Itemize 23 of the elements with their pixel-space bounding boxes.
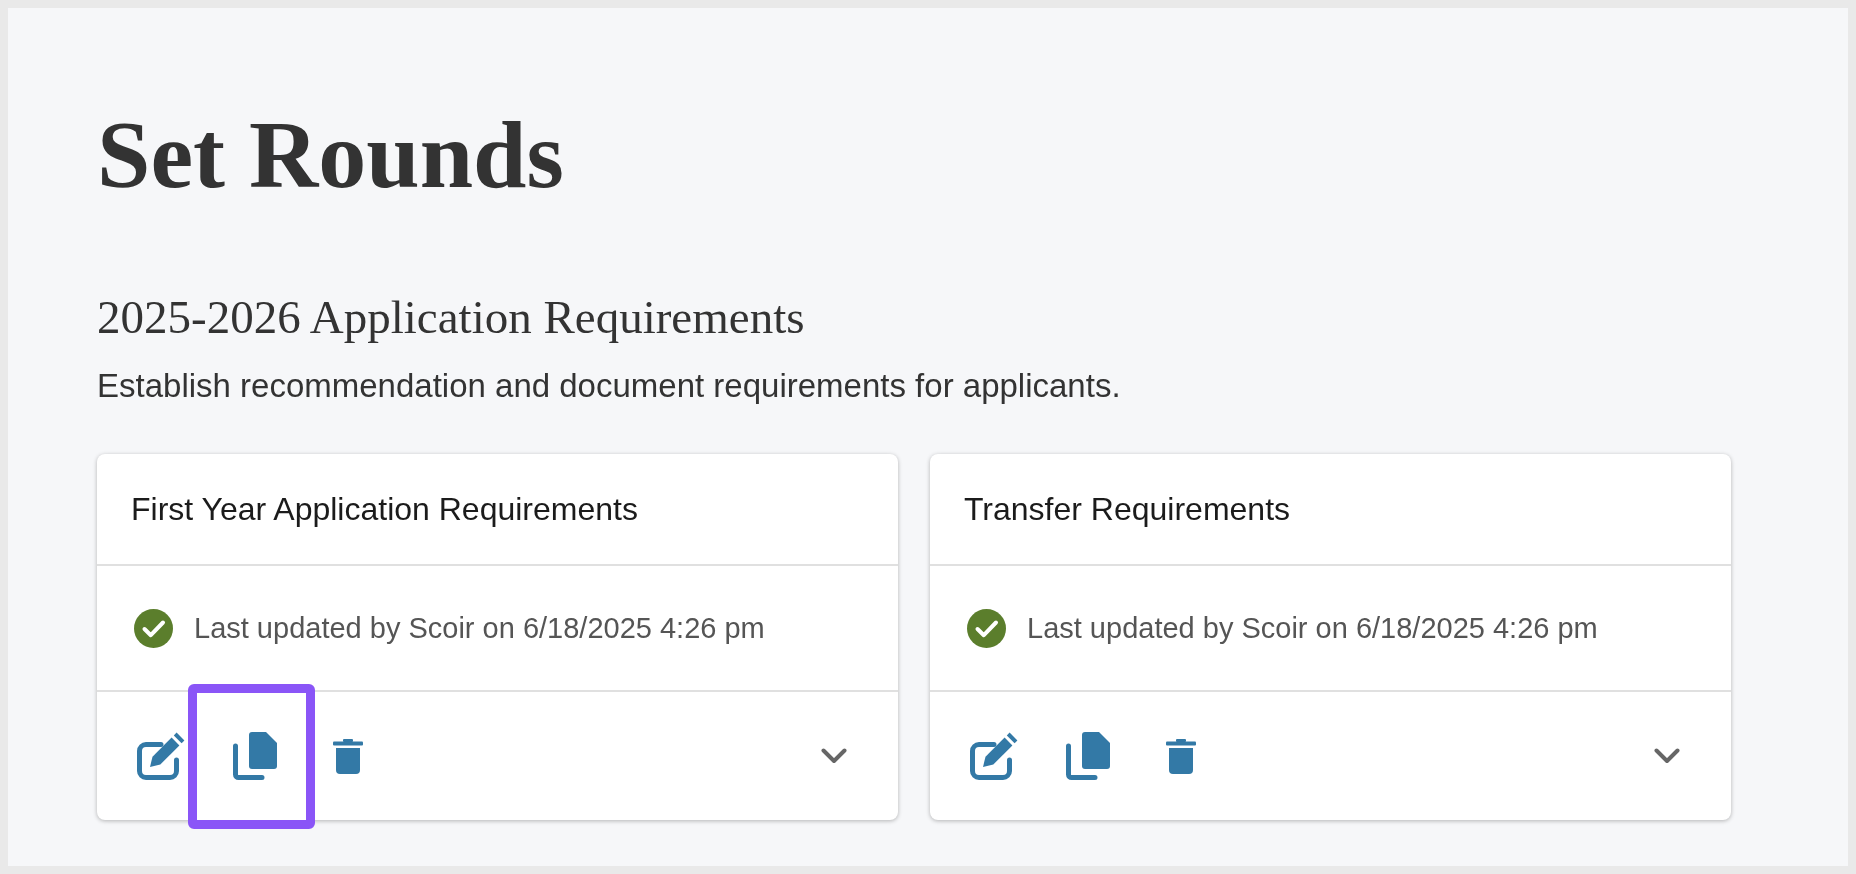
last-updated-text: Last updated by Scoir on 6/18/2025 4:26 pm bbox=[194, 613, 765, 643]
section-heading: 2025-2026 Application Requirements bbox=[97, 294, 806, 341]
edit-icon bbox=[970, 732, 1018, 780]
copy-icon bbox=[1066, 732, 1110, 780]
trash-icon bbox=[1166, 738, 1196, 774]
delete-button[interactable] bbox=[1166, 738, 1196, 774]
card-title: First Year Application Requirements bbox=[131, 493, 638, 525]
edit-button[interactable] bbox=[137, 732, 185, 780]
trash-icon bbox=[333, 738, 363, 774]
card-title: Transfer Requirements bbox=[964, 493, 1291, 525]
copy-button[interactable] bbox=[1066, 732, 1110, 780]
chevron-down-icon[interactable] bbox=[1654, 748, 1680, 764]
copy-button[interactable] bbox=[233, 732, 277, 780]
check-circle-icon bbox=[134, 608, 173, 648]
delete-button[interactable] bbox=[333, 738, 363, 774]
last-updated-text: Last updated by Scoir on 6/18/2025 4:26 pm bbox=[1027, 613, 1598, 643]
check-circle-icon bbox=[967, 608, 1006, 648]
page-title: Set Rounds bbox=[97, 107, 565, 203]
edit-icon bbox=[137, 732, 185, 780]
edit-button[interactable] bbox=[970, 732, 1018, 780]
chevron-down-icon[interactable] bbox=[821, 748, 847, 764]
section-description: Establish recommendation and document requirements for applicants. bbox=[97, 369, 1122, 402]
copy-icon bbox=[233, 732, 277, 780]
